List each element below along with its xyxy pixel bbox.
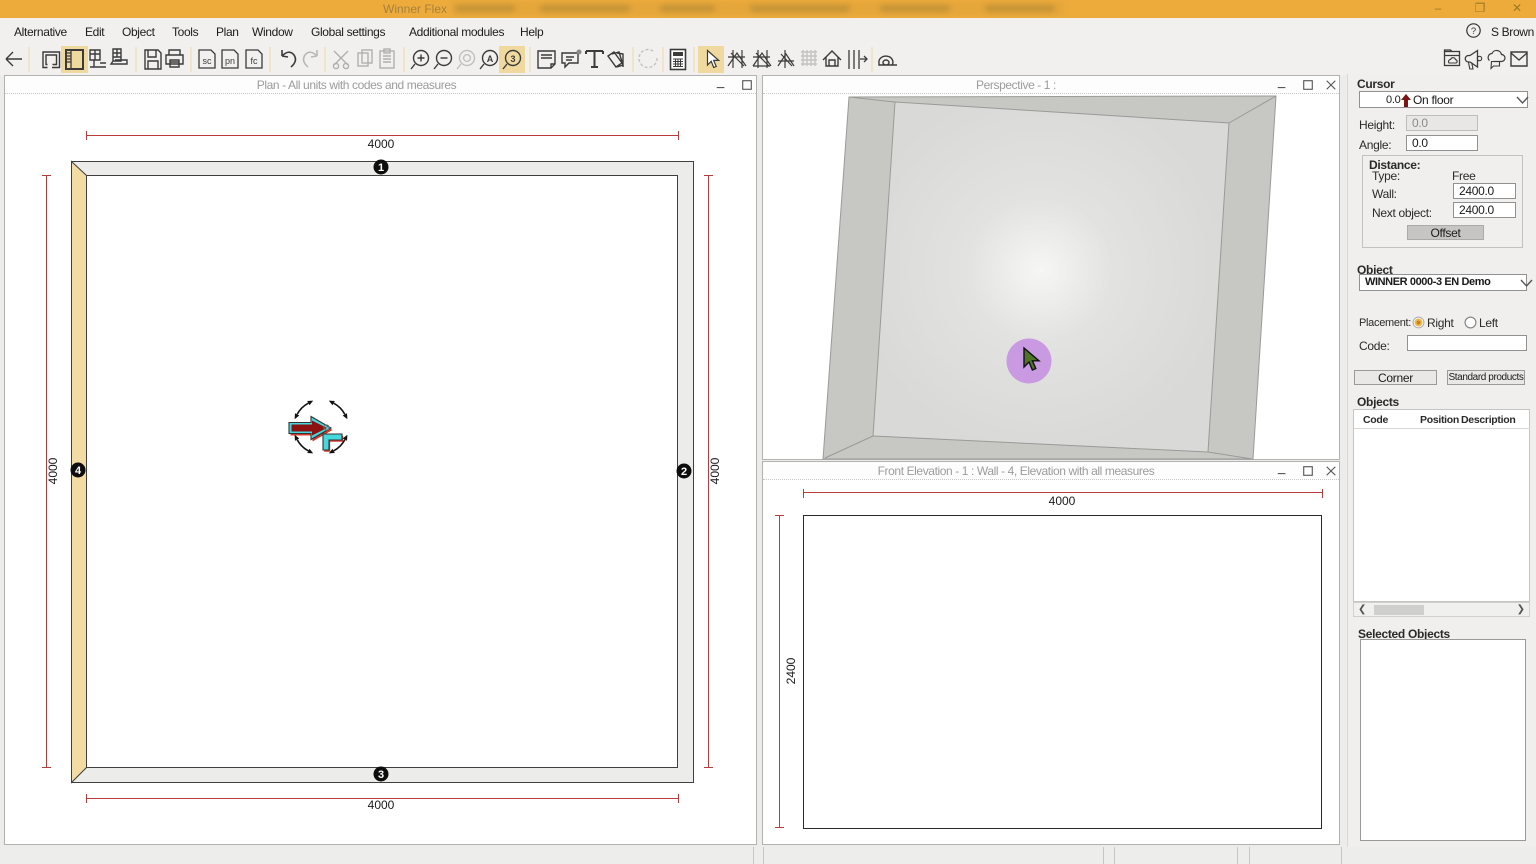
svg-text:4: 4 (75, 465, 82, 477)
svg-text:3: 3 (378, 769, 384, 781)
svg-text:3: 3 (510, 54, 515, 64)
svg-text:2400: 2400 (784, 657, 798, 684)
svg-text:2: 2 (681, 466, 687, 478)
svg-text:4000: 4000 (368, 137, 395, 151)
svg-text:fc: fc (250, 56, 258, 66)
svg-text:4000: 4000 (1049, 494, 1076, 508)
svg-text:1: 1 (378, 162, 384, 174)
svg-text:sc: sc (203, 56, 213, 66)
svg-text:?: ? (1471, 26, 1476, 37)
svg-text:A: A (487, 54, 494, 64)
svg-text:4000: 4000 (708, 457, 722, 484)
svg-text:pn: pn (225, 56, 235, 66)
svg-text:4000: 4000 (368, 798, 395, 812)
svg-text:4000: 4000 (46, 457, 60, 484)
